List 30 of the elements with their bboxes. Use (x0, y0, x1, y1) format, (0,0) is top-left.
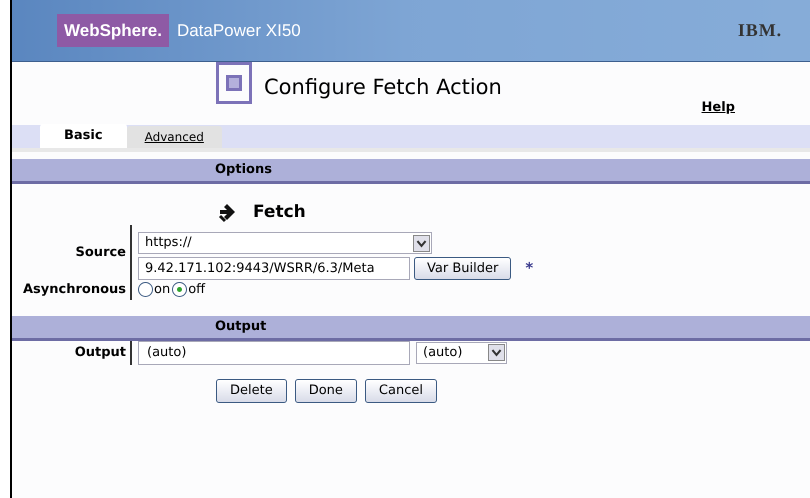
section-title: Options (215, 161, 272, 180)
action-button[interactable]: Delete (216, 378, 287, 402)
var-builder-button[interactable]: Var Builder (414, 257, 512, 280)
dropdown-caret-icon (488, 344, 505, 361)
configure-icon (216, 62, 252, 104)
tab[interactable]: Advanced (126, 126, 222, 148)
output-type-select[interactable]: (auto) (416, 342, 507, 364)
vendor-logo: IBM. (738, 19, 782, 42)
protocol-select[interactable]: https:// (138, 232, 432, 254)
field-label: Asynchronous (22, 281, 126, 299)
url-input-field[interactable]: 9.42.171.102:9443/WSRR/6.3/Meta (138, 257, 410, 280)
page-title: Configure Fetch Action (264, 74, 502, 101)
radio-label: off (188, 281, 206, 299)
brand-logo: WebSphere. (57, 14, 169, 48)
help-link[interactable]: Help (702, 98, 735, 118)
tab[interactable]: Basic (40, 124, 127, 148)
field-label: Output (74, 344, 126, 362)
fetch-arrow-icon (217, 203, 237, 223)
product-name: DataPower XI50 (176, 20, 301, 42)
field-label: Source (76, 244, 126, 262)
radio-button[interactable] (172, 282, 188, 298)
radio-button[interactable] (138, 282, 153, 298)
required-mark: * (525, 258, 534, 280)
output-input-field[interactable]: (auto) (138, 340, 410, 364)
radio-label: on (154, 281, 170, 299)
dropdown-caret-icon (413, 234, 430, 252)
action-button[interactable]: Cancel (364, 378, 437, 402)
action-button[interactable]: Done (294, 378, 357, 402)
action-title: Fetch (253, 201, 306, 224)
section-title: Output (215, 318, 266, 336)
